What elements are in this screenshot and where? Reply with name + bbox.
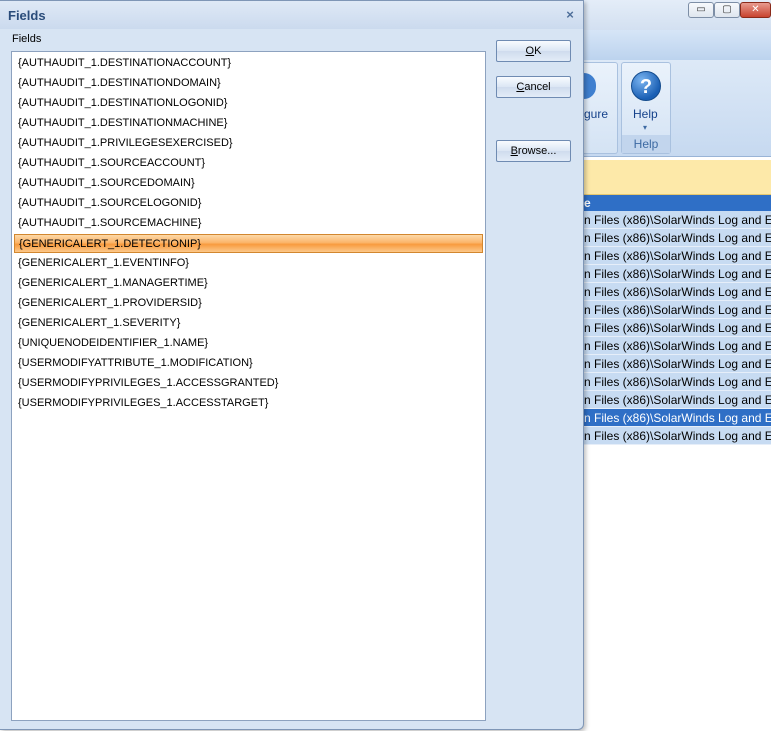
field-list-item[interactable]: {UNIQUENODEIDENTIFIER_1.NAME} <box>14 334 483 353</box>
minimize-icon: ▭ <box>696 4 706 15</box>
help-button-label: Help <box>633 107 658 121</box>
grid-row[interactable]: n Files (x86)\SolarWinds Log and Event <box>584 211 771 229</box>
field-list-item[interactable]: {GENERICALERT_1.DETECTIONIP} <box>14 234 483 253</box>
field-list-item[interactable]: {AUTHAUDIT_1.DESTINATIONDOMAIN} <box>14 74 483 93</box>
ribbon-group-configure: gure <box>584 62 618 154</box>
grid-row[interactable]: n Files (x86)\SolarWinds Log and Event <box>584 301 771 319</box>
field-list-item[interactable]: {AUTHAUDIT_1.DESTINATIONLOGONID} <box>14 94 483 113</box>
browse-button[interactable]: Browse... <box>496 140 571 162</box>
maximize-icon: ▢ <box>722 4 732 15</box>
grid-row[interactable]: n Files (x86)\SolarWinds Log and Event <box>584 427 771 445</box>
configure-button-label[interactable]: gure <box>584 107 608 121</box>
grid-row[interactable]: n Files (x86)\SolarWinds Log and Event <box>584 373 771 391</box>
fields-listbox[interactable]: {AUTHAUDIT_1.DESTINATIONACCOUNT} {AUTHAUD… <box>11 51 486 721</box>
info-bar <box>584 160 771 195</box>
ok-accel: O <box>525 45 535 57</box>
field-list-item[interactable]: {GENERICALERT_1.EVENTINFO} <box>14 254 483 273</box>
fields-list-label: Fields <box>12 33 42 45</box>
field-list-item[interactable]: {AUTHAUDIT_1.DESTINATIONMACHINE} <box>14 114 483 133</box>
grid-row[interactable]: n Files (x86)\SolarWinds Log and Event <box>584 229 771 247</box>
field-list-item[interactable]: {AUTHAUDIT_1.PRIVILEGESEXERCISED} <box>14 134 483 153</box>
grid-row[interactable]: n Files (x86)\SolarWinds Log and Event <box>584 409 771 427</box>
ribbon-group-help: ? Help ▾ Help <box>621 62 671 154</box>
grid-row[interactable]: n Files (x86)\SolarWinds Log and Event <box>584 391 771 409</box>
browse-accel: B <box>510 145 518 157</box>
browse-label-rest: rowse... <box>517 145 557 157</box>
help-icon: ? <box>631 71 661 101</box>
minimize-button[interactable]: ▭ <box>688 2 714 18</box>
configure-gear-icon[interactable] <box>584 73 596 99</box>
grid-row[interactable]: n Files (x86)\SolarWinds Log and Event <box>584 337 771 355</box>
cancel-label-rest: ancel <box>524 81 551 93</box>
grid-row[interactable]: n Files (x86)\SolarWinds Log and Event <box>584 247 771 265</box>
field-list-item[interactable]: {USERMODIFYATTRIBUTE_1.MODIFICATION} <box>14 354 483 373</box>
help-button[interactable]: ? Help ▾ <box>622 63 670 135</box>
field-list-item[interactable]: {AUTHAUDIT_1.SOURCEMACHINE} <box>14 214 483 233</box>
field-list-item[interactable]: {AUTHAUDIT_1.SOURCELOGONID} <box>14 194 483 213</box>
ok-label-rest: K <box>534 45 542 57</box>
window-close-button[interactable]: ✕ <box>740 2 771 18</box>
ribbon-tab-strip <box>584 30 771 61</box>
ribbon: gure ? Help ▾ Help <box>584 60 771 157</box>
field-list-item[interactable]: {GENERICALERT_1.PROVIDERSID} <box>14 294 483 313</box>
dropdown-arrow-icon: ▾ <box>643 123 648 132</box>
grid-row[interactable]: n Files (x86)\SolarWinds Log and Event <box>584 265 771 283</box>
field-list-item[interactable]: {GENERICALERT_1.SEVERITY} <box>14 314 483 333</box>
maximize-button[interactable]: ▢ <box>714 2 740 18</box>
dialog-close-button[interactable]: × <box>563 8 577 22</box>
field-list-item[interactable]: {GENERICALERT_1.MANAGERTIME} <box>14 274 483 293</box>
field-list-item[interactable]: {AUTHAUDIT_1.SOURCEDOMAIN} <box>14 174 483 193</box>
path-grid: e n Files (x86)\SolarWinds Log and Event… <box>584 195 771 445</box>
field-list-item[interactable]: {AUTHAUDIT_1.DESTINATIONACCOUNT} <box>14 54 483 73</box>
dialog-titlebar: Fields × <box>0 1 583 29</box>
cancel-button[interactable]: Cancel <box>496 76 571 98</box>
field-list-item[interactable]: {USERMODIFYPRIVILEGES_1.ACCESSTARGET} <box>14 394 483 413</box>
grid-row[interactable]: n Files (x86)\SolarWinds Log and Event <box>584 319 771 337</box>
ok-button[interactable]: OK <box>496 40 571 62</box>
help-group-caption: Help <box>622 135 670 153</box>
grid-row[interactable]: n Files (x86)\SolarWinds Log and Event <box>584 283 771 301</box>
dialog-title: Fields <box>8 8 46 23</box>
grid-row[interactable]: n Files (x86)\SolarWinds Log and Event <box>584 355 771 373</box>
field-list-item[interactable]: {AUTHAUDIT_1.SOURCEACCOUNT} <box>14 154 483 173</box>
field-list-item[interactable]: {USERMODIFYPRIVILEGES_1.ACCESSGRANTED} <box>14 374 483 393</box>
fields-dialog: Fields × Fields {AUTHAUDIT_1.DESTINATION… <box>0 0 584 730</box>
close-icon: ✕ <box>751 4 760 15</box>
grid-column-header[interactable]: e <box>584 195 771 211</box>
